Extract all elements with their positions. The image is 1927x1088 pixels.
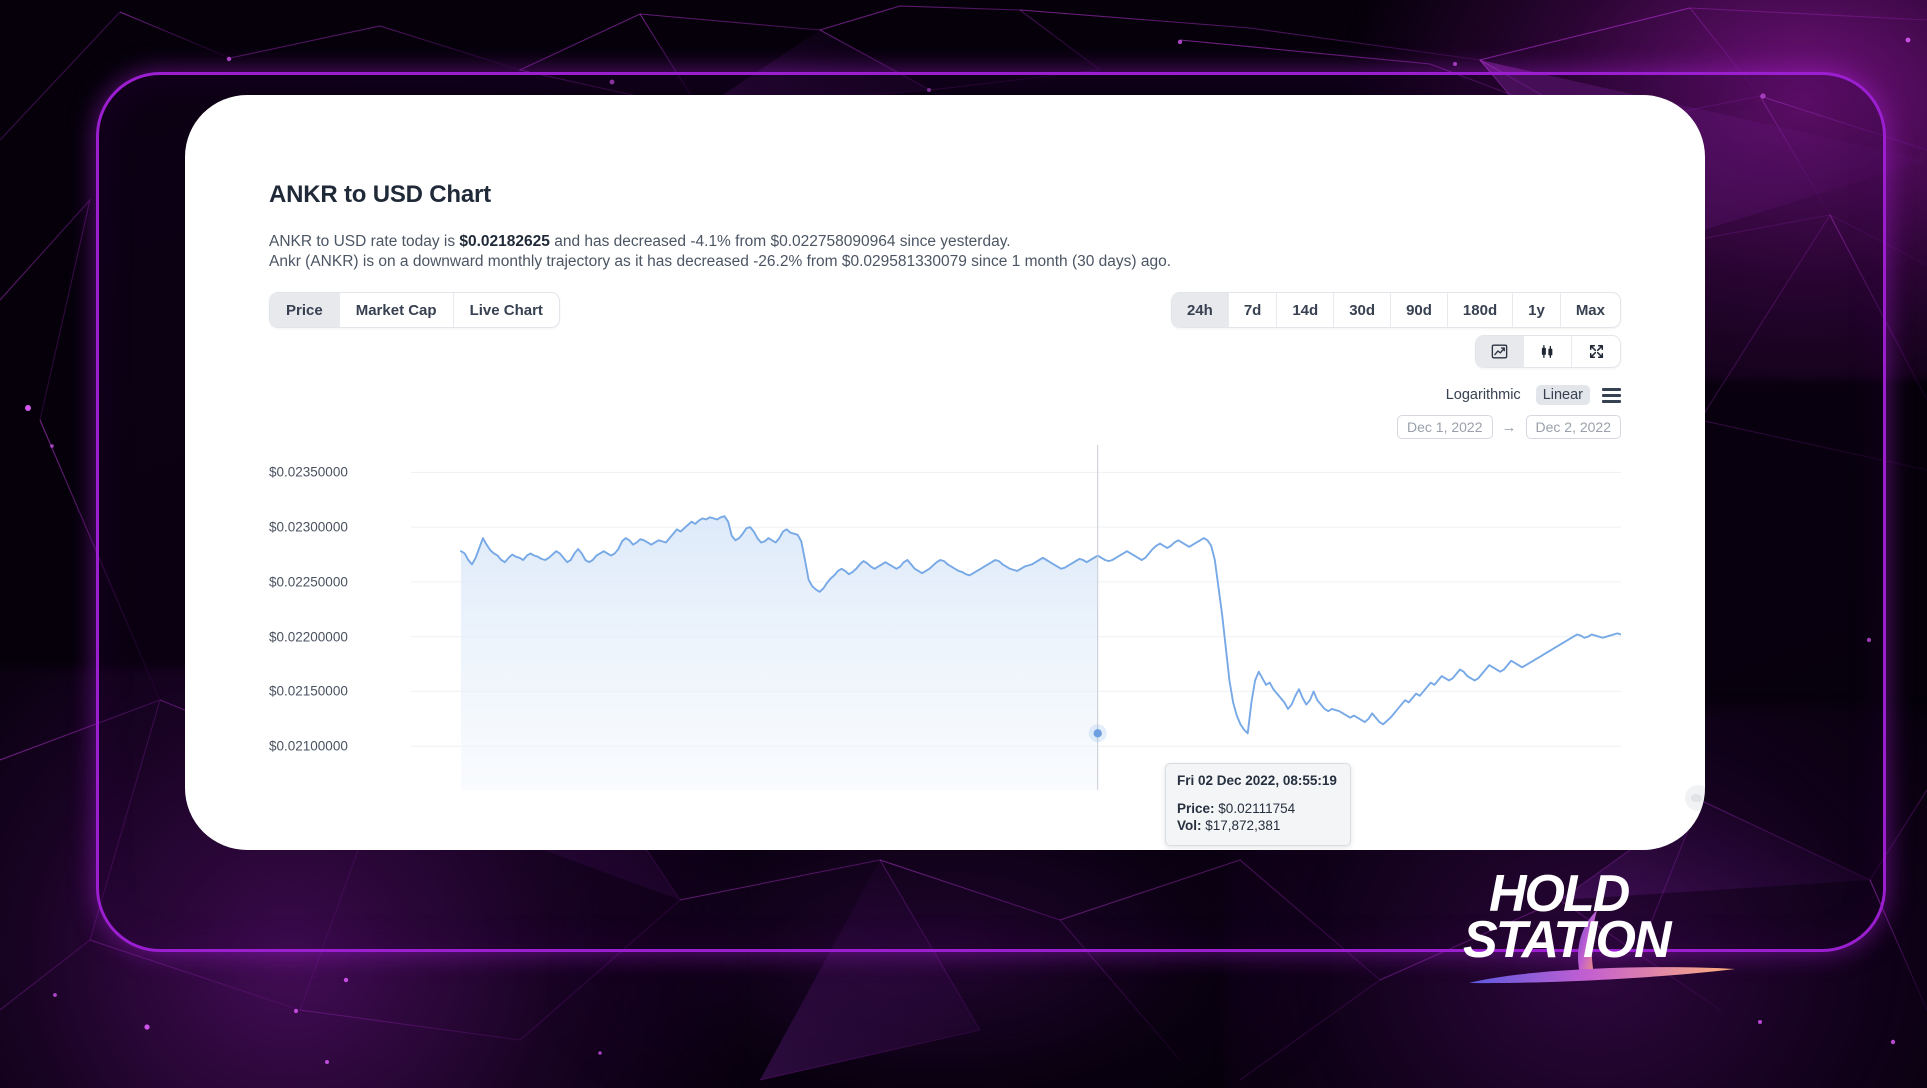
y-axis-tick: $0.02350000 [269, 464, 348, 480]
y-axis-tick: $0.02250000 [269, 574, 348, 590]
tooltip-price-value: $0.02111754 [1218, 801, 1296, 816]
tooltip-vol-label: Vol: [1177, 818, 1202, 833]
tooltip-price-label: Price: [1177, 801, 1215, 816]
candlestick-chart-icon[interactable] [1524, 336, 1572, 367]
tab-price[interactable]: Price [270, 293, 340, 327]
fullscreen-expand-icon[interactable] [1572, 336, 1620, 367]
price-line-svg [411, 445, 1621, 790]
holdstation-logo: HOLD STATION [1463, 865, 1743, 984]
scale-toggle-row: Logarithmic Linear [1439, 385, 1621, 405]
tab-live-chart[interactable]: Live Chart [453, 293, 559, 327]
range-90d[interactable]: 90d [1391, 293, 1448, 327]
line-chart-icon[interactable] [1476, 336, 1524, 367]
tooltip-vol-value: $17,872,381 [1205, 818, 1281, 833]
scale-option-logarithmic[interactable]: Logarithmic [1439, 385, 1528, 405]
range-180d[interactable]: 180d [1447, 293, 1514, 327]
date-range-end-input[interactable]: Dec 2, 2022 [1525, 415, 1621, 439]
tooltip-vol-row: Vol: $17,872,381 [1177, 817, 1339, 834]
description-line-2: Ankr (ANKR) is on a downward monthly tra… [269, 253, 1172, 270]
y-axis-tick: $0.02100000 [269, 738, 348, 754]
range-30d[interactable]: 30d [1334, 293, 1392, 327]
range-max[interactable]: Max [1560, 293, 1620, 327]
tooltip-price-row: Price: $0.02111754 [1177, 800, 1339, 817]
desc1-pre: ANKR to USD rate today is [269, 233, 460, 250]
metric-tab-group: Price Market Cap Live Chart [269, 292, 560, 328]
chart-type-group [1475, 335, 1621, 368]
description-line-1: ANKR to USD rate today is $0.02182625 an… [269, 232, 1011, 252]
time-range-group: 24h 7d 14d 30d 90d 180d 1y Max [1170, 292, 1621, 328]
tab-market-cap[interactable]: Market Cap [339, 293, 454, 327]
scale-option-linear[interactable]: Linear [1535, 385, 1590, 405]
chart-tooltip: Fri 02 Dec 2022, 08:55:19 Price: $0.0211… [1165, 763, 1351, 846]
y-axis-tick: $0.02300000 [269, 519, 348, 535]
price-chart-plot[interactable]: $0.02350000 $0.02300000 $0.02250000 $0.0220… [269, 445, 1621, 790]
date-range-row: Dec 1, 2022 → Dec 2, 2022 [1397, 415, 1621, 439]
range-7d[interactable]: 7d [1228, 293, 1278, 327]
desc1-post: and has decreased -4.1% from $0.02275809… [549, 233, 1011, 250]
logo-text-station: STATION [1463, 911, 1671, 969]
coingecko-logo-icon [1685, 785, 1705, 811]
hamburger-menu-icon[interactable] [1602, 387, 1621, 403]
y-axis-tick: $0.02200000 [269, 629, 348, 645]
chart-card: ANKR to USD Chart ANKR to USD rate today… [185, 95, 1705, 850]
date-range-start-input[interactable]: Dec 1, 2022 [1397, 415, 1493, 439]
range-24h[interactable]: 24h [1171, 293, 1229, 327]
coingecko-watermark: CoinGecko [1685, 785, 1705, 811]
screenshot-root: ANKR to USD Chart ANKR to USD rate today… [0, 0, 1927, 1088]
range-1y[interactable]: 1y [1513, 293, 1561, 327]
range-14d[interactable]: 14d [1277, 293, 1335, 327]
y-axis-tick: $0.02150000 [269, 683, 348, 699]
date-range-arrow-icon: → [1501, 418, 1517, 436]
tooltip-date: Fri 02 Dec 2022, 08:55:19 [1177, 773, 1337, 788]
page-title: ANKR to USD Chart [269, 181, 491, 208]
current-price-value: $0.02182625 [459, 233, 550, 250]
